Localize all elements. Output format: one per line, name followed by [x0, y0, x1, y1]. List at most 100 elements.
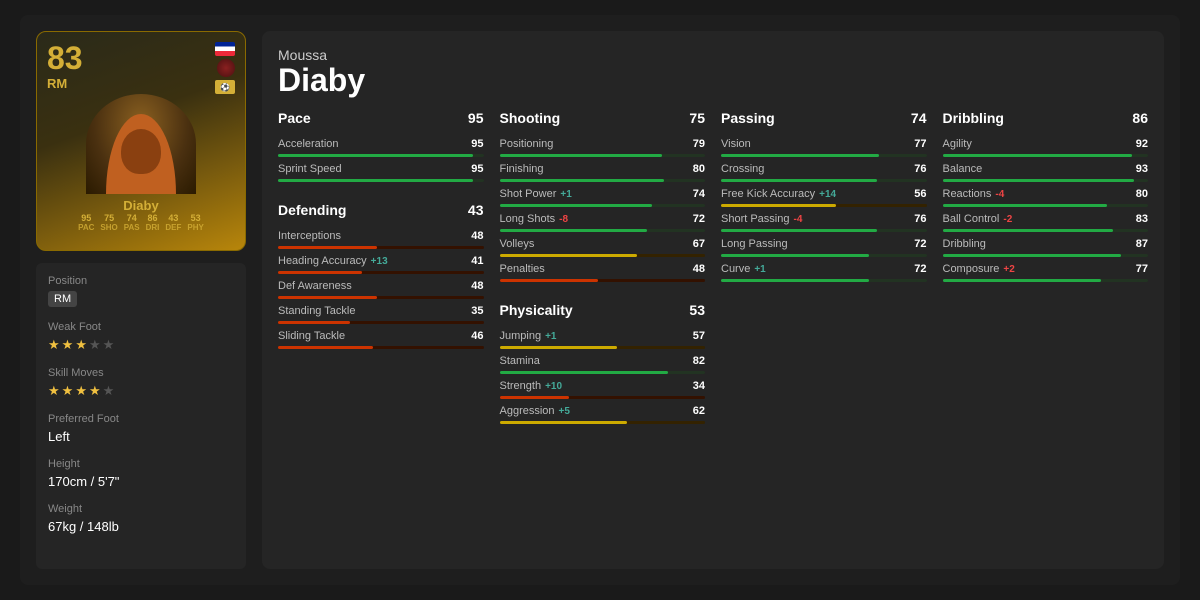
stat-row: Acceleration95 — [278, 136, 484, 152]
card-stat-pac-value: 95 — [81, 213, 91, 223]
stat-name: Long Shots — [500, 213, 556, 225]
position-section: Position RM — [48, 275, 234, 307]
category-header-defending: Defending43 — [278, 202, 484, 222]
stat-name: Aggression — [500, 405, 555, 417]
stat-row: Long Passing 72 — [721, 236, 927, 252]
stat-bar — [721, 179, 877, 182]
skill-star-1: ★ — [48, 383, 60, 399]
weight-section: Weight 67kg / 148lb — [48, 503, 234, 534]
stat-bar — [500, 396, 570, 399]
stat-value: 79 — [685, 138, 705, 150]
card-stat-sho-value: 75 — [104, 213, 114, 223]
category-physicality: Physicality53Jumping+157Stamina82Strengt… — [500, 302, 706, 428]
card-stat-def-value: 43 — [168, 213, 178, 223]
stat-row: Interceptions48 — [278, 228, 484, 244]
stat-value: 41 — [464, 255, 484, 267]
card-stat-def-label: DEF — [165, 223, 181, 232]
stat-row: Vision77 — [721, 136, 927, 152]
stats-column: Passing74 Vision77 Crossing76 Free Kick Acc… — [721, 110, 927, 553]
club-icon — [217, 59, 235, 77]
stat-bar-container — [278, 321, 484, 324]
height-section: Height 170cm / 5'7" — [48, 458, 234, 489]
stat-bar-container — [943, 279, 1149, 282]
stat-value: 72 — [907, 238, 927, 250]
stat-row: Crossing76 — [721, 161, 927, 177]
stat-row: Stamina82 — [500, 353, 706, 369]
category-score-physicality: 53 — [689, 302, 705, 318]
stat-bar — [721, 204, 836, 207]
stat-value: 92 — [1128, 138, 1148, 150]
stat-bar-container — [721, 229, 927, 232]
stat-name: Vision — [721, 138, 751, 150]
stat-value: 48 — [464, 280, 484, 292]
nation-icon: ⚽ — [215, 80, 235, 94]
stat-bar — [943, 154, 1132, 157]
stat-bar — [721, 229, 877, 232]
category-name-shooting: Shooting — [500, 110, 561, 126]
stat-modifier: -4 — [995, 189, 1004, 200]
star-1: ★ — [48, 337, 60, 353]
player-card-panel: 83 RM ⚽ Diaby 95 PAC 75 SHO — [36, 31, 246, 569]
stat-bar — [721, 254, 869, 257]
stat-value: 48 — [685, 263, 705, 275]
stat-name: Positioning — [500, 138, 554, 150]
category-score-shooting: 75 — [689, 110, 705, 126]
category-name-defending: Defending — [278, 202, 346, 218]
stat-row: Long Shots-872 — [500, 211, 706, 227]
player-info-panel: Position RM Weak Foot ★ ★ ★ ★ ★ Skill Mo… — [36, 263, 246, 569]
card-stat-pas-label: PAS — [124, 223, 140, 232]
category-header-passing: Passing74 — [721, 110, 927, 130]
category-header-dribbling: Dribbling86 — [943, 110, 1149, 130]
stat-bar — [721, 279, 869, 282]
stat-modifier: -8 — [559, 214, 568, 225]
stat-name: Finishing — [500, 163, 544, 175]
stat-bar-container — [943, 229, 1149, 232]
stat-row: Free Kick Accuracy+1456 — [721, 186, 927, 202]
stat-bar-container — [278, 154, 484, 157]
stats-panel: Moussa Diaby Pace95Acceleration95Sprint … — [262, 31, 1164, 569]
stat-value: 74 — [685, 188, 705, 200]
stat-row: Sliding Tackle 46 — [278, 328, 484, 344]
card-stat-sho: 75 SHO — [100, 213, 117, 232]
category-passing: Passing74 Vision77 Crossing76 Free Kick Acc… — [721, 110, 927, 286]
stat-bar-container — [278, 271, 484, 274]
stat-bar-container — [500, 346, 706, 349]
stat-value: 34 — [685, 380, 705, 392]
player-avatar — [86, 94, 196, 194]
skill-star-3: ★ — [75, 383, 87, 399]
weak-foot-section: Weak Foot ★ ★ ★ ★ ★ — [48, 321, 234, 353]
position-label: Position — [48, 275, 234, 287]
stat-bar-container — [500, 204, 706, 207]
stat-row: Balance93 — [943, 161, 1149, 177]
stat-modifier: +5 — [559, 406, 570, 417]
stat-name: Long Passing — [721, 238, 788, 250]
category-score-dribbling: 86 — [1132, 110, 1148, 126]
stat-name: Ball Control — [943, 213, 1000, 225]
stat-bar-container — [278, 346, 484, 349]
stat-name: Sliding Tackle — [278, 330, 345, 342]
stat-bar-container — [500, 179, 706, 182]
stat-bar-container — [500, 229, 706, 232]
stat-row: Heading Accuracy+1341 — [278, 253, 484, 269]
height-value: 170cm / 5'7" — [48, 474, 234, 489]
france-flag-icon — [215, 42, 235, 56]
stat-row: Finishing80 — [500, 161, 706, 177]
stat-name: Penalties — [500, 263, 545, 275]
stat-bar — [500, 371, 669, 374]
card-stat-dri-label: DRI — [146, 223, 160, 232]
card-stat-pac: 95 PAC — [78, 213, 94, 232]
card-flags: ⚽ — [215, 42, 235, 94]
stat-row: Short Passing-476 — [721, 211, 927, 227]
stat-row: Standing Tackle35 — [278, 303, 484, 319]
stat-bar-container — [278, 246, 484, 249]
stat-value: 95 — [464, 163, 484, 175]
card-stat-pac-label: PAC — [78, 223, 94, 232]
stat-name: Def Awareness — [278, 280, 352, 292]
stat-bar-container — [500, 279, 706, 282]
stat-value: 46 — [464, 330, 484, 342]
stat-value: 83 — [1128, 213, 1148, 225]
card-stat-dri: 86 DRI — [146, 213, 160, 232]
player-card-visual: 83 RM ⚽ Diaby 95 PAC 75 SHO — [36, 31, 246, 251]
category-header-physicality: Physicality53 — [500, 302, 706, 322]
stat-name: Agility — [943, 138, 972, 150]
